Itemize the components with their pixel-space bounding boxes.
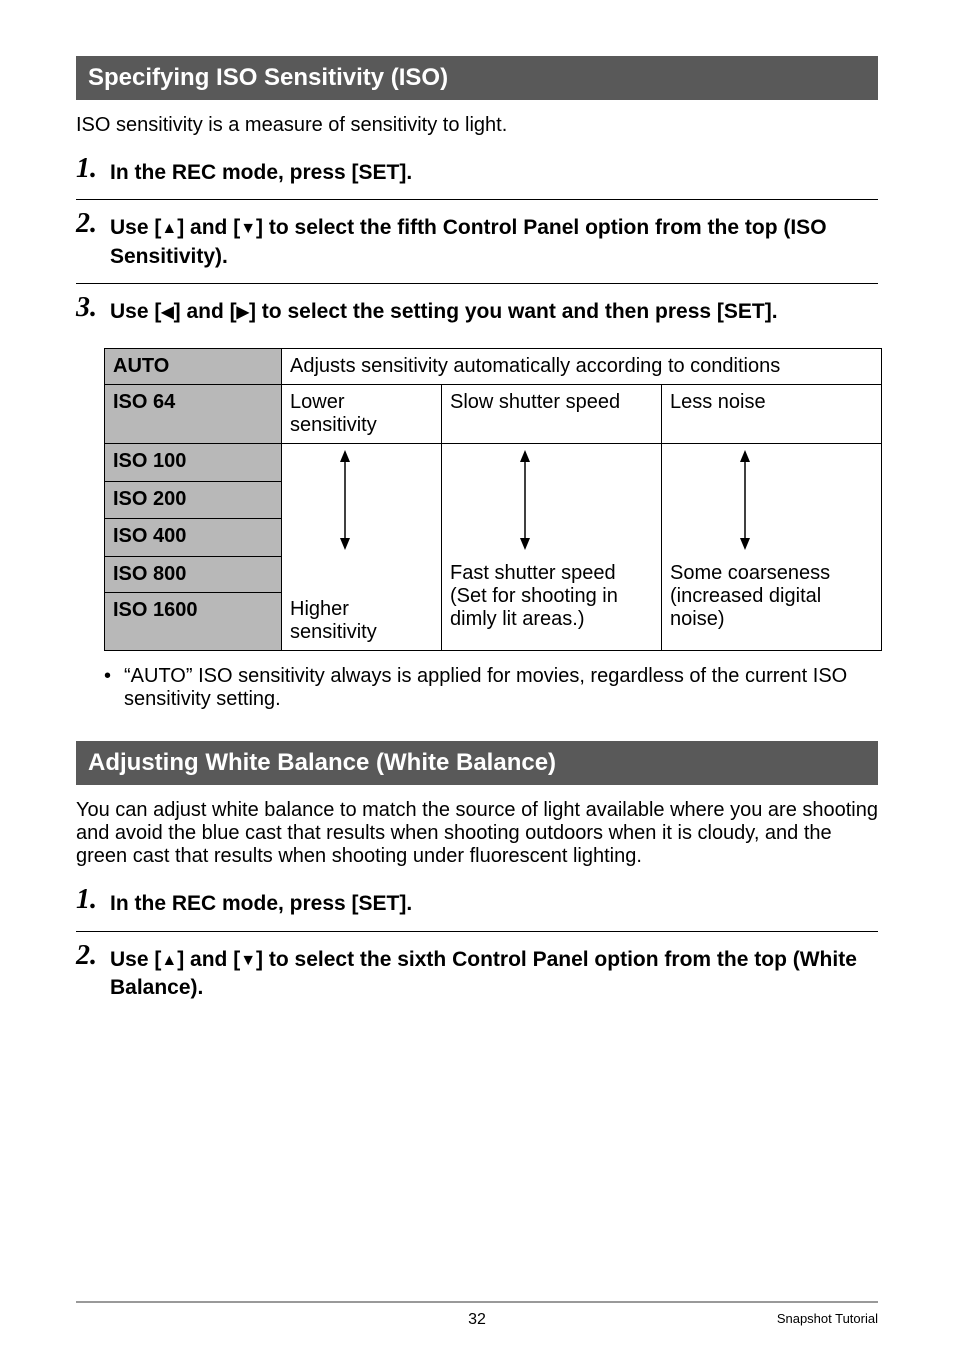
txt: ] to select the setting you want and the… [249, 300, 778, 323]
footer-label: Snapshot Tutorial [777, 1311, 878, 1326]
bullet-icon: • [104, 665, 118, 711]
txt: ] and [ [177, 216, 240, 239]
step-number: 1. [76, 886, 102, 914]
table-row: ISO 800 Fast shutter speed (Set for shoo… [105, 556, 882, 592]
step-number: 2. [76, 210, 102, 238]
iso-level: ISO 400 [105, 519, 282, 557]
down-arrow-icon [330, 450, 360, 550]
step-3: 3. Use [◀] and [▶] to select the setting… [76, 294, 878, 338]
page-footer: 32 Snapshot Tutorial [76, 1301, 878, 1329]
shutter-bottom: Fast shutter speed (Set for shooting in … [442, 556, 662, 651]
txt: Use [ [110, 216, 161, 239]
wb-step-1: 1. In the REC mode, press [SET]. [76, 886, 878, 931]
txt: Use [ [110, 948, 161, 971]
step-1: 1. In the REC mode, press [SET]. [76, 155, 878, 200]
iso-auto-desc: Adjusts sensitivity automatically accord… [282, 349, 882, 385]
table-row: ISO 64 Lower sensitivity Slow shutter sp… [105, 385, 882, 444]
txt: Use [ [110, 300, 161, 323]
iso-level: ISO 200 [105, 481, 282, 519]
noise-top: Less noise [662, 385, 882, 444]
step-text: In the REC mode, press [SET]. [110, 155, 412, 187]
shut-arrow-cell [442, 444, 662, 557]
iso-intro: ISO sensitivity is a measure of sensitiv… [76, 114, 878, 137]
down-triangle-icon: ▼ [240, 220, 256, 237]
txt: ] and [ [177, 948, 240, 971]
table-row: ISO 100 [105, 444, 882, 482]
up-triangle-icon: ▲ [161, 952, 177, 969]
step-text: Use [▲] and [▼] to select the sixth Cont… [110, 942, 878, 1003]
iso-table: AUTO Adjusts sensitivity automatically a… [104, 348, 882, 651]
page-number: 32 [468, 1311, 486, 1329]
table-row: AUTO Adjusts sensitivity automatically a… [105, 349, 882, 385]
noise-bottom: Some coarseness (increased digital noise… [662, 556, 882, 651]
sensitivity-bottom: Higher sensitivity [282, 592, 442, 651]
wb-intro: You can adjust white balance to match th… [76, 799, 878, 868]
step-text: Use [◀] and [▶] to select the setting yo… [110, 294, 778, 326]
section-title-iso: Specifying ISO Sensitivity (ISO) [76, 56, 878, 100]
step-text: In the REC mode, press [SET]. [110, 886, 412, 918]
txt: ] and [ [174, 300, 237, 323]
down-arrow-icon [730, 450, 760, 550]
down-arrow-icon [510, 450, 540, 550]
sensitivity-top: Lower sensitivity [282, 385, 442, 444]
note-text: “AUTO” ISO sensitivity always is applied… [124, 665, 878, 711]
noise-arrow-cell [662, 444, 882, 557]
step-2: 2. Use [▲] and [▼] to select the fifth C… [76, 210, 878, 284]
step-text: Use [▲] and [▼] to select the fifth Cont… [110, 210, 878, 271]
right-triangle-icon: ▶ [237, 304, 249, 321]
wb-step-2: 2. Use [▲] and [▼] to select the sixth C… [76, 942, 878, 1015]
step-number: 3. [76, 294, 102, 322]
step-number: 2. [76, 942, 102, 970]
iso-auto-label: AUTO [105, 349, 282, 385]
iso-level: ISO 800 [105, 556, 282, 592]
up-triangle-icon: ▲ [161, 220, 177, 237]
shutter-top: Slow shutter speed [442, 385, 662, 444]
down-triangle-icon: ▼ [240, 952, 256, 969]
iso-level: ISO 64 [105, 385, 282, 444]
section-title-wb: Adjusting White Balance (White Balance) [76, 741, 878, 785]
empty-cell [282, 556, 442, 592]
step-number: 1. [76, 155, 102, 183]
left-triangle-icon: ◀ [161, 304, 173, 321]
sens-arrow-cell [282, 444, 442, 557]
iso-level: ISO 1600 [105, 592, 282, 651]
iso-note: • “AUTO” ISO sensitivity always is appli… [104, 665, 878, 711]
iso-level: ISO 100 [105, 444, 282, 482]
